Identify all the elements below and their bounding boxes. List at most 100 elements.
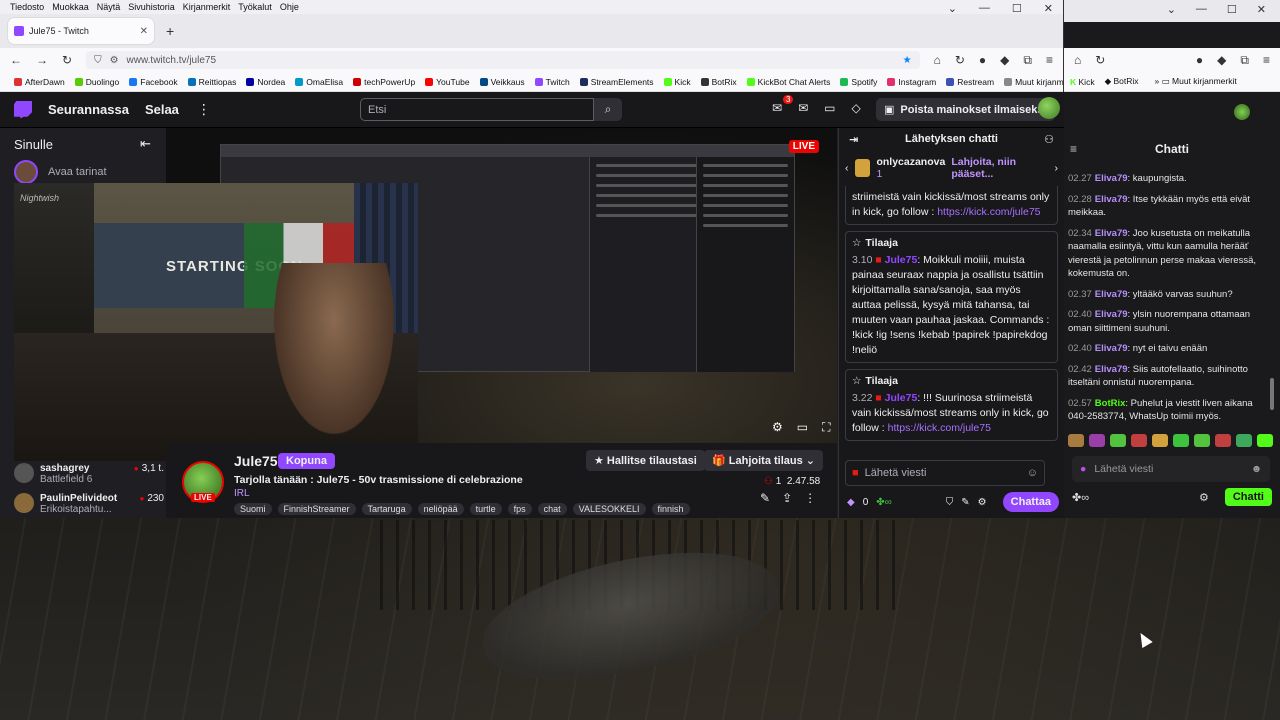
emote-icon[interactable]: ☺ <box>1027 467 1038 479</box>
chat-settings-icon[interactable]: ⚙ <box>978 497 987 508</box>
menu-bookmarks[interactable]: Kirjanmerkit <box>183 2 231 12</box>
tab-list-icon[interactable]: ⌄ <box>1167 3 1176 22</box>
extensions-icon[interactable]: ⧉ <box>1240 53 1249 68</box>
stream-tag[interactable]: VALESOKKELI <box>572 503 646 515</box>
sidebar-channel[interactable]: sashagreyBattlefield 6 3,1 t. <box>14 463 164 485</box>
kick-points-icon[interactable]: ✤∞ <box>1072 491 1089 504</box>
bookmark-item[interactable]: Facebook <box>129 77 178 87</box>
message-user[interactable]: Eliva79 <box>1095 228 1128 239</box>
forward-icon[interactable]: → <box>36 53 48 67</box>
emote-icon[interactable] <box>1215 434 1231 447</box>
reload-icon[interactable]: ↻ <box>62 53 72 67</box>
next-icon[interactable]: › <box>1055 162 1059 174</box>
maximize-icon[interactable]: ☐ <box>1227 3 1237 22</box>
extension-adblock-icon[interactable]: ◆ <box>1217 53 1226 67</box>
sidebar-channel[interactable]: PaulinPelivideotErikoistapahtu... 230 <box>14 493 164 515</box>
message-link[interactable]: https://kick.com/jule75 <box>888 422 991 434</box>
prev-icon[interactable]: ‹ <box>845 162 849 174</box>
bookmark-kick[interactable]: K Kick <box>1070 77 1095 87</box>
manage-sub-button[interactable]: ★ Hallitse tilaustasi <box>586 450 705 471</box>
nav-following[interactable]: Seurannassa <box>48 102 129 117</box>
message-user[interactable]: Eliva79 <box>1095 343 1128 354</box>
bookmark-star-icon[interactable]: ★ <box>903 55 912 66</box>
stream-tag[interactable]: chat <box>537 503 567 515</box>
bookmark-item[interactable]: Restream <box>946 77 994 87</box>
bookmark-item[interactable]: Twitch <box>534 77 570 87</box>
message-user[interactable]: Jule75 <box>885 254 918 266</box>
collapse-chat-icon[interactable]: ⇥ <box>849 133 858 146</box>
user-avatar[interactable] <box>1038 97 1060 119</box>
emote-icon[interactable] <box>1068 434 1084 447</box>
prime-icon[interactable]: ◇ <box>851 101 860 115</box>
stream-tag[interactable]: Suomi <box>234 503 272 515</box>
message-user[interactable]: BotRix <box>1095 398 1126 409</box>
tab-close-icon[interactable]: ✕ <box>140 26 148 37</box>
home-icon[interactable]: ⌂ <box>1074 53 1081 67</box>
extensions-icon[interactable]: ⧉ <box>1023 53 1032 68</box>
bookmark-item[interactable]: StreamElements <box>579 77 654 87</box>
menu-file[interactable]: Tiedosto <box>10 2 44 12</box>
follow-button[interactable]: Kopuna <box>278 453 335 469</box>
bookmark-item[interactable]: AfterDawn <box>14 77 65 87</box>
stories-row[interactable]: Avaa tarinat <box>0 160 165 184</box>
url-bar[interactable]: ⛉ ⚙ www.twitch.tv/jule75 ★ <box>86 51 920 69</box>
extension-adblock-icon[interactable]: ◆ <box>1000 53 1009 67</box>
bookmark-item[interactable]: Duolingo <box>74 77 119 87</box>
kick-chat-input[interactable]: ● Lähetä viesti ☻ <box>1072 456 1270 482</box>
emote-icon[interactable] <box>1173 434 1189 447</box>
kick-scrollbar[interactable] <box>1270 378 1274 410</box>
bookmark-item[interactable]: Spotify <box>840 77 877 87</box>
app-menu-icon[interactable]: ≡ <box>1263 53 1270 67</box>
maximize-icon[interactable]: ☐ <box>1012 2 1022 15</box>
shield-icon[interactable]: ⛉ <box>946 497 954 508</box>
app-menu-icon[interactable]: ≡ <box>1046 53 1053 67</box>
minimize-icon[interactable]: — <box>1196 3 1207 22</box>
stream-tag[interactable]: FinnishStreamer <box>277 503 356 515</box>
stream-category[interactable]: IRL <box>234 488 250 499</box>
emote-icon[interactable] <box>1257 434 1273 447</box>
edit-icon[interactable]: ✎ <box>760 491 770 505</box>
fullscreen-icon[interactable]: ⛶ <box>822 420 830 435</box>
sync-icon[interactable]: ↻ <box>955 53 965 67</box>
bookmark-item[interactable]: YouTube <box>425 77 470 87</box>
close-icon[interactable]: ✕ <box>1044 2 1053 15</box>
menu-edit[interactable]: Muokkaa <box>52 2 89 12</box>
bookmark-item[interactable]: Muut kirjanmerkit <box>1004 77 1063 87</box>
message-user[interactable]: Jule75 <box>885 392 918 404</box>
search-icon[interactable]: ⌕ <box>594 98 622 121</box>
tab-twitch[interactable]: Jule75 - Twitch ✕ <box>8 18 154 44</box>
chat-input[interactable]: ■ Lähetä viesti ☺ <box>845 460 1045 486</box>
stream-tag[interactable]: neliöpää <box>417 503 464 515</box>
menu-history[interactable]: Sivuhistoria <box>128 2 175 12</box>
search-input[interactable]: Etsi <box>360 98 594 121</box>
streamer-name[interactable]: Jule75 <box>234 453 278 469</box>
settings-gear-icon[interactable]: ⚙ <box>772 420 783 435</box>
message-user[interactable]: Eliva79 <box>1095 194 1128 205</box>
nav-browse[interactable]: Selaa <box>145 102 179 117</box>
gift-sub-button[interactable]: 🎁 Lahjoita tilaus ⌄ <box>704 450 824 471</box>
bookmark-more[interactable]: » ▭ Muut kirjanmerkit <box>1155 76 1237 87</box>
account-icon[interactable]: ● <box>979 53 986 67</box>
new-tab-button[interactable]: + <box>166 23 174 39</box>
minimize-icon[interactable]: — <box>979 2 990 15</box>
chat-send-button[interactable]: Chattaa <box>1002 492 1059 512</box>
tracking-shield-icon[interactable]: ⛉ <box>94 55 102 66</box>
message-link[interactable]: https://kick.com/jule75 <box>937 206 1040 218</box>
menu-view[interactable]: Näytä <box>97 2 121 12</box>
bookmark-item[interactable]: Veikkaus <box>479 77 525 87</box>
bookmark-item[interactable]: BotRix <box>700 77 737 87</box>
menu-help[interactable]: Ohje <box>280 2 299 12</box>
kick-send-button[interactable]: Chatti <box>1224 488 1272 506</box>
sync-icon[interactable]: ↻ <box>1095 53 1105 67</box>
stream-tag[interactable]: finnish <box>651 503 690 515</box>
kick-settings-icon[interactable]: ⚙ <box>1199 491 1209 504</box>
emote-icon[interactable] <box>1089 434 1105 447</box>
bookmark-item[interactable]: OmaElisa <box>295 77 343 87</box>
emote-icon[interactable] <box>1194 434 1210 447</box>
bookmark-item[interactable]: Nordea <box>246 77 285 87</box>
emote-icon[interactable] <box>1236 434 1252 447</box>
camera-icon[interactable]: ■ <box>852 467 859 479</box>
emote-icon[interactable] <box>1152 434 1168 447</box>
message-user[interactable]: Eliva79 <box>1095 289 1128 300</box>
ad-free-button[interactable]: ▣ Poista mainokset ilmaiseksi <box>876 98 1055 121</box>
